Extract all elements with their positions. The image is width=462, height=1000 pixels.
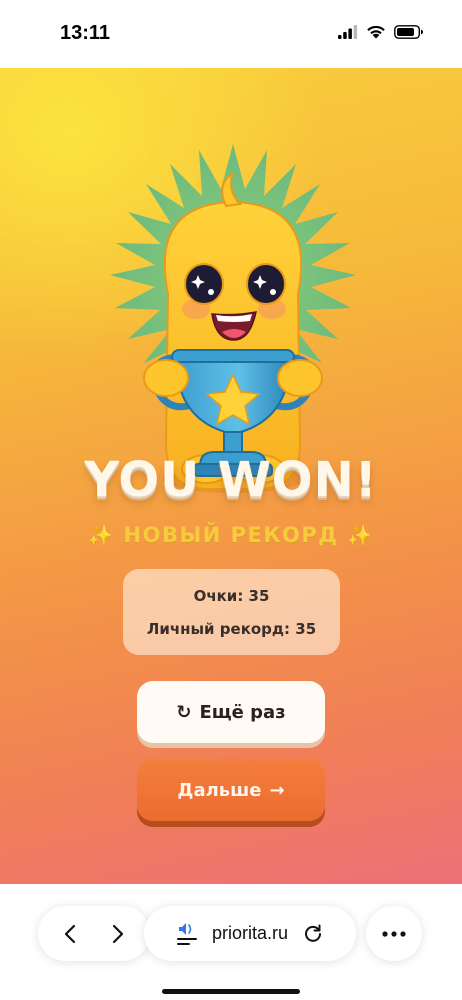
status-bar: 13:11 (0, 0, 462, 68)
play-again-button[interactable]: ↻ Ещё раз (137, 681, 325, 743)
home-indicator (162, 989, 300, 994)
status-icons (338, 24, 424, 39)
sparkles-icon: ✨ (347, 523, 374, 547)
more-dots-icon (382, 930, 406, 937)
more-button[interactable] (366, 906, 422, 961)
sparkles-icon: ✨ (88, 523, 115, 547)
game-area: YOU WON! ✨ НОВЫЙ РЕКОРД ✨ Очки: 35 Личны… (0, 68, 462, 884)
play-again-label: Ещё раз (199, 701, 286, 723)
arrow-right-icon: → (269, 779, 285, 801)
wifi-icon (367, 25, 385, 39)
browser-toolbar: priorita.ru (0, 884, 462, 1000)
speaker-reader-icon[interactable] (176, 921, 198, 947)
win-title: YOU WON! (84, 452, 378, 508)
new-record-text: НОВЫЙ РЕКОРД (123, 523, 339, 547)
next-label: Дальше (177, 779, 262, 801)
status-time: 13:11 (60, 22, 111, 44)
points-text: Очки: 35 (193, 587, 270, 605)
url-text: priorita.ru (211, 923, 289, 943)
chevron-left-icon[interactable] (60, 923, 82, 945)
next-button[interactable]: Дальше → (137, 759, 325, 821)
reload-icon: ↻ (176, 701, 192, 723)
cellular-signal-icon (338, 24, 358, 39)
battery-icon (394, 24, 423, 39)
new-record-banner: ✨ НОВЫЙ РЕКОРД ✨ (0, 523, 462, 547)
chevron-right-icon[interactable] (106, 923, 128, 945)
personal-record-text: Личный рекорд: 35 (146, 620, 317, 638)
score-card: Очки: 35 Личный рекорд: 35 (123, 569, 340, 655)
address-bar[interactable]: priorita.ru (144, 906, 356, 961)
reload-icon[interactable] (302, 923, 324, 945)
navigation-pill (38, 906, 150, 961)
